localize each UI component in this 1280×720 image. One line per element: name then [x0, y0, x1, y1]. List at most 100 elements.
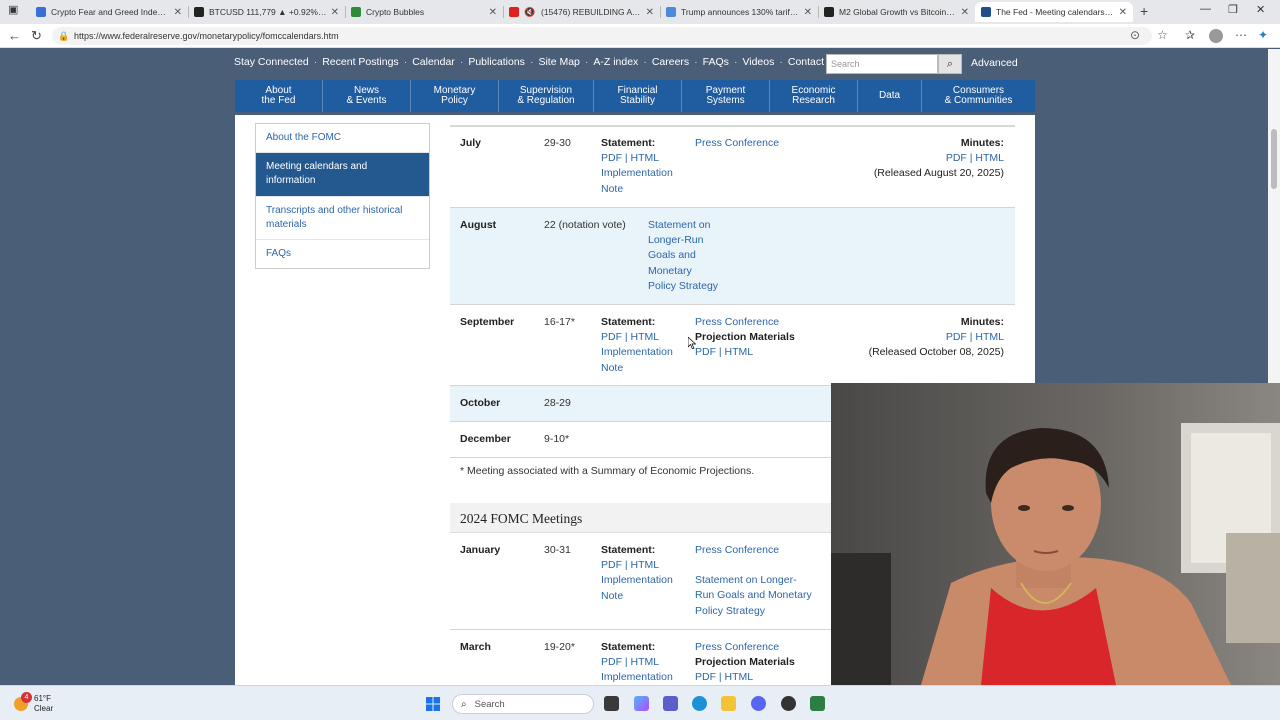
- edge-icon[interactable]: [692, 696, 707, 711]
- implementation-note-link[interactable]: Implementation Note: [601, 573, 673, 603]
- site-search-input[interactable]: Search: [826, 54, 938, 74]
- link-stay-connected[interactable]: Stay Connected: [234, 56, 309, 68]
- minutes-links[interactable]: PDF | HTML: [869, 330, 1004, 345]
- tab-favicon-icon: [824, 7, 834, 17]
- press-conference-link[interactable]: Press Conference: [695, 136, 779, 151]
- maximize-icon[interactable]: ❐: [1228, 3, 1238, 16]
- nav-financial-stability[interactable]: Financial Stability: [594, 80, 682, 112]
- press-conference-link[interactable]: Press Conference: [695, 315, 795, 330]
- statement-links[interactable]: PDF | HTML: [601, 151, 673, 166]
- minutes-cell: Minutes: PDF | HTML (Released August 20,…: [874, 136, 1004, 182]
- tab-the-fed[interactable]: The Fed - Meeting calendars and ✕: [975, 2, 1133, 22]
- tab-crypto-bubbles[interactable]: Crypto Bubbles ✕: [345, 2, 503, 22]
- sidebar-item-about-fomc[interactable]: About the FOMC: [256, 124, 429, 153]
- close-tab-icon[interactable]: ✕: [646, 7, 654, 18]
- webcam-overlay: [831, 383, 1280, 685]
- link-recent-postings[interactable]: Recent Postings: [322, 56, 398, 68]
- discord-icon[interactable]: [751, 696, 766, 711]
- nav-supervision-regulation[interactable]: Supervision & Regulation: [499, 80, 594, 112]
- favorite-star-icon[interactable]: ☆: [1157, 28, 1168, 42]
- tab-fear-greed[interactable]: Crypto Fear and Greed Index | Co ✕: [30, 2, 188, 22]
- search-icon: ⌕: [461, 698, 467, 710]
- nav-payment-systems[interactable]: Payment Systems: [682, 80, 770, 112]
- taskbar-search[interactable]: ⌕ Search: [452, 694, 594, 714]
- close-tab-icon[interactable]: ✕: [489, 7, 497, 18]
- url-text: https://www.federalreserve.gov/monetaryp…: [74, 31, 339, 41]
- press-conference-link[interactable]: Press Conference: [695, 640, 795, 655]
- copilot-icon[interactable]: ✦: [1258, 28, 1268, 42]
- sidebar-item-transcripts[interactable]: Transcripts and other historical materia…: [256, 197, 429, 240]
- new-tab-icon[interactable]: +: [1140, 3, 1148, 19]
- more-menu-icon[interactable]: ⋯: [1235, 28, 1247, 42]
- search-icon[interactable]: ⌕: [938, 54, 962, 74]
- press-conference-link[interactable]: Press Conference: [695, 543, 812, 558]
- close-tab-icon[interactable]: ✕: [174, 7, 182, 18]
- teams-icon[interactable]: [663, 696, 678, 711]
- link-faqs[interactable]: FAQs: [703, 56, 729, 68]
- statement-label: Statement:: [601, 316, 656, 328]
- implementation-note-link[interactable]: Implementation Note: [601, 345, 673, 375]
- meeting-date: 19-20*: [544, 641, 575, 653]
- close-tab-icon[interactable]: ✕: [961, 7, 969, 18]
- tab-btcusd[interactable]: BTCUSD 111,779 ▲ +0.92% Unna ✕: [188, 2, 345, 22]
- tab-trump-tariffs[interactable]: Trump announces 130% tariffs o ✕: [660, 2, 818, 22]
- statement-links[interactable]: PDF | HTML: [601, 330, 673, 345]
- minutes-label: Minutes:: [960, 137, 1004, 149]
- windows-start-icon[interactable]: [426, 697, 440, 711]
- close-window-icon[interactable]: ✕: [1256, 3, 1265, 16]
- tab-youtube[interactable]: 🔇 (15476) REBUILDING A WR ✕: [503, 2, 660, 22]
- close-tab-icon[interactable]: ✕: [1119, 7, 1127, 18]
- nav-consumers-communities[interactable]: Consumers & Communities: [922, 80, 1035, 112]
- link-careers[interactable]: Careers: [652, 56, 689, 68]
- back-icon[interactable]: ←: [8, 28, 21, 43]
- task-view-icon[interactable]: [604, 696, 619, 711]
- reader-icon[interactable]: ⊙: [1130, 28, 1140, 42]
- muted-audio-icon[interactable]: 🔇: [524, 7, 536, 17]
- link-calendar[interactable]: Calendar: [412, 56, 455, 68]
- sidebar-nav: About the FOMC Meeting calendars and inf…: [255, 123, 430, 269]
- calculator-icon[interactable]: [810, 696, 825, 711]
- nav-economic-research[interactable]: Economic Research: [770, 80, 858, 112]
- implementation-note-link[interactable]: Implementation: [601, 670, 673, 685]
- favorites-icon[interactable]: ✰: [1185, 28, 1195, 42]
- close-tab-icon[interactable]: ✕: [804, 7, 812, 18]
- extra-cell: Press Conference: [695, 136, 779, 151]
- nav-data[interactable]: Data: [858, 80, 922, 112]
- link-publications[interactable]: Publications: [468, 56, 525, 68]
- obs-icon[interactable]: [781, 696, 796, 711]
- refresh-icon[interactable]: ↻: [31, 28, 42, 44]
- projection-links[interactable]: PDF | HTML: [695, 345, 795, 360]
- implementation-note-link[interactable]: Implementation Note: [601, 166, 673, 196]
- scrollbar-thumb[interactable]: [1271, 129, 1277, 189]
- close-tab-icon[interactable]: ✕: [331, 7, 339, 18]
- meeting-month: August: [460, 219, 497, 231]
- profile-avatar-icon[interactable]: [1209, 29, 1223, 43]
- link-a-z-index[interactable]: A-Z index: [593, 56, 638, 68]
- minutes-links[interactable]: PDF | HTML: [874, 151, 1004, 166]
- link-site-map[interactable]: Site Map: [538, 56, 579, 68]
- longer-run-statement-link[interactable]: Statement on Longer-Run Goals and Moneta…: [695, 573, 812, 619]
- url-field[interactable]: 🔒 https://www.federalreserve.gov/monetar…: [52, 27, 1152, 45]
- sidebar-item-meeting-calendars[interactable]: Meeting calendars and information: [256, 153, 429, 197]
- notification-badge: 4: [21, 692, 32, 703]
- weather-widget[interactable]: 4 61°F Clear: [14, 692, 53, 714]
- statement-label: Statement:: [601, 641, 656, 653]
- statement-links[interactable]: PDF | HTML: [601, 558, 673, 573]
- meeting-date: 29-30: [544, 137, 571, 149]
- minimize-icon[interactable]: —: [1200, 3, 1211, 15]
- file-explorer-icon[interactable]: [721, 696, 736, 711]
- projection-links[interactable]: PDF | HTML: [695, 670, 795, 685]
- advanced-search-link[interactable]: Advanced: [971, 57, 1018, 69]
- longer-run-statement-link[interactable]: Statement on Longer-Run Goals and Moneta…: [648, 218, 718, 294]
- site-info-icon[interactable]: 🔒: [58, 31, 69, 41]
- nav-about-the-fed[interactable]: About the Fed: [235, 80, 323, 112]
- link-videos[interactable]: Videos: [742, 56, 774, 68]
- nav-news-events[interactable]: News & Events: [323, 80, 411, 112]
- link-contact[interactable]: Contact: [788, 56, 824, 68]
- nav-monetary-policy[interactable]: Monetary Policy: [411, 80, 499, 112]
- statement-links[interactable]: PDF | HTML: [601, 655, 673, 670]
- sidebar-item-faqs[interactable]: FAQs: [256, 240, 429, 268]
- tab-actions-icon[interactable]: ▣: [8, 3, 18, 16]
- copilot-app-icon[interactable]: [634, 696, 649, 711]
- tab-m2-global[interactable]: M2 Global Growth vs Bitcoin: Ind ✕: [818, 2, 975, 22]
